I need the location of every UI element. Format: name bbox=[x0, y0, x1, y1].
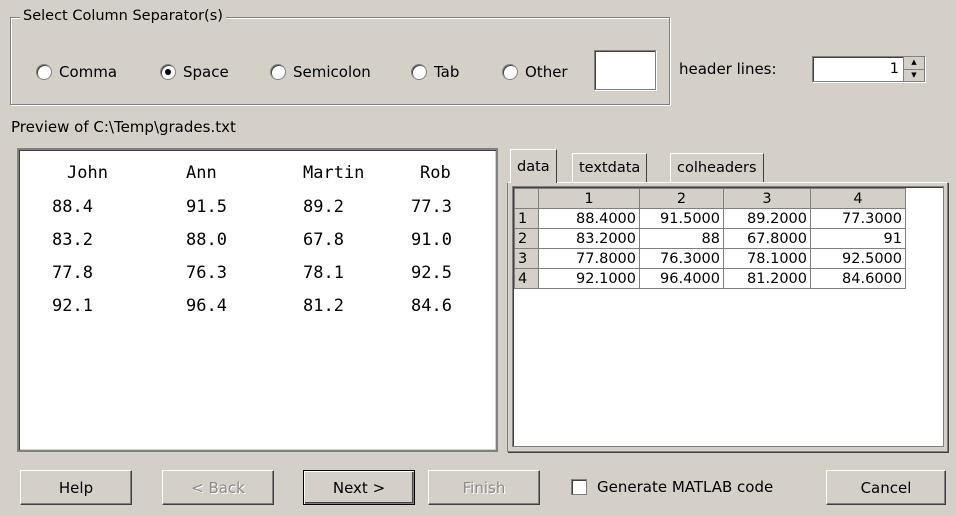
help-button[interactable]: Help bbox=[20, 470, 132, 505]
preview-cell: 91.0 bbox=[411, 230, 452, 250]
cancel-button[interactable]: Cancel bbox=[826, 470, 946, 505]
tab-data[interactable]: data bbox=[510, 149, 557, 183]
preview-cell: 78.1 bbox=[303, 263, 344, 283]
radio-other[interactable]: Other bbox=[502, 61, 568, 83]
back-button[interactable]: < Back bbox=[162, 470, 274, 505]
grid-cell[interactable]: 88 bbox=[639, 228, 724, 249]
radio-semicolon[interactable]: Semicolon bbox=[270, 61, 371, 83]
radio-space-indicator[interactable] bbox=[160, 64, 176, 80]
finish-button[interactable]: Finish bbox=[428, 470, 540, 505]
header-lines-spinner[interactable]: 1 ▲ ▼ bbox=[812, 56, 925, 82]
generate-code-checkbox[interactable] bbox=[571, 479, 587, 495]
radio-other-indicator[interactable] bbox=[502, 64, 518, 80]
grid-cell[interactable]: 78.1000 bbox=[723, 248, 811, 269]
grid-row-header[interactable]: 4 bbox=[514, 268, 539, 289]
grid-row-header[interactable]: 3 bbox=[514, 248, 539, 269]
grid-cell[interactable]: 77.3000 bbox=[810, 208, 906, 229]
grid-corner-cell bbox=[514, 188, 539, 209]
preview-cell: 92.1 bbox=[52, 296, 93, 316]
preview-cell: 89.2 bbox=[303, 197, 344, 217]
grid-cell[interactable]: 76.3000 bbox=[639, 248, 724, 269]
preview-cell: 83.2 bbox=[52, 230, 93, 250]
separator-group-legend: Select Column Separator(s) bbox=[20, 8, 226, 24]
data-grid: 1 2 3 4 1 88.4000 91.5000 89.2000 77.300… bbox=[514, 188, 906, 289]
grid-column-header[interactable]: 4 bbox=[810, 188, 906, 209]
preview-cell: 92.5 bbox=[411, 263, 452, 283]
spin-down-icon[interactable]: ▼ bbox=[904, 69, 924, 81]
grid-cell[interactable]: 83.2000 bbox=[538, 228, 640, 249]
table-row: 4 92.1000 96.4000 81.2000 84.6000 bbox=[514, 268, 906, 289]
preview-label: Preview of C:\Temp\grades.txt bbox=[11, 118, 236, 136]
table-row: 1 88.4000 91.5000 89.2000 77.3000 bbox=[514, 208, 906, 229]
radio-other-label: Other bbox=[525, 63, 568, 81]
header-lines-label: header lines: bbox=[679, 60, 777, 78]
radio-space-label: Space bbox=[183, 63, 229, 81]
radio-space[interactable]: Space bbox=[160, 61, 229, 83]
grid-cell[interactable]: 84.6000 bbox=[810, 268, 906, 289]
radio-comma-label: Comma bbox=[59, 63, 118, 81]
preview-cell: 76.3 bbox=[186, 263, 227, 283]
generate-code-label[interactable]: Generate MATLAB code bbox=[597, 478, 773, 496]
spin-buttons: ▲ ▼ bbox=[903, 57, 924, 81]
preview-cell: Rob bbox=[420, 163, 451, 183]
preview-cell: 77.8 bbox=[52, 263, 93, 283]
grid-row-header[interactable]: 2 bbox=[514, 228, 539, 249]
radio-semicolon-label: Semicolon bbox=[293, 63, 371, 81]
grid-cell[interactable]: 89.2000 bbox=[723, 208, 811, 229]
preview-cell: 96.4 bbox=[186, 296, 227, 316]
grid-cell[interactable]: 91 bbox=[810, 228, 906, 249]
preview-cell: 77.3 bbox=[411, 197, 452, 217]
radio-tab[interactable]: Tab bbox=[411, 61, 459, 83]
preview-cell: 88.0 bbox=[186, 230, 227, 250]
radio-comma-indicator[interactable] bbox=[36, 64, 52, 80]
grid-cell[interactable]: 91.5000 bbox=[639, 208, 724, 229]
grid-cell[interactable]: 88.4000 bbox=[538, 208, 640, 229]
grid-column-header[interactable]: 2 bbox=[639, 188, 724, 209]
radio-tab-indicator[interactable] bbox=[411, 64, 427, 80]
next-button[interactable]: Next > bbox=[303, 470, 415, 505]
grid-row-header[interactable]: 1 bbox=[514, 208, 539, 229]
radio-tab-label: Tab bbox=[434, 63, 460, 81]
preview-cell: 91.5 bbox=[186, 197, 227, 217]
table-row: 3 77.8000 76.3000 78.1000 92.5000 bbox=[514, 248, 906, 269]
other-separator-input[interactable] bbox=[594, 50, 656, 90]
grid-cell[interactable]: 77.8000 bbox=[538, 248, 640, 269]
grid-cell[interactable]: 96.4000 bbox=[639, 268, 724, 289]
tab-textdata[interactable]: textdata bbox=[572, 153, 648, 182]
grid-column-header[interactable]: 3 bbox=[723, 188, 811, 209]
grid-cell[interactable]: 92.5000 bbox=[810, 248, 906, 269]
preview-cell: Martin bbox=[303, 163, 365, 183]
preview-cell: 81.2 bbox=[303, 296, 344, 316]
preview-cell: John bbox=[67, 163, 108, 183]
grid-header-row: 1 2 3 4 bbox=[514, 188, 906, 209]
table-row: 2 83.2000 88 67.8000 91 bbox=[514, 228, 906, 249]
radio-semicolon-indicator[interactable] bbox=[270, 64, 286, 80]
spin-up-icon[interactable]: ▲ bbox=[904, 57, 924, 70]
preview-cell: Ann bbox=[186, 163, 217, 183]
grid-cell[interactable]: 81.2000 bbox=[723, 268, 811, 289]
grid-column-header[interactable]: 1 bbox=[538, 188, 640, 209]
preview-text-area[interactable]: John Ann Martin Rob 88.4 91.5 89.2 77.3 … bbox=[17, 148, 498, 452]
radio-comma[interactable]: Comma bbox=[36, 61, 117, 83]
tab-colheaders[interactable]: colheaders bbox=[670, 153, 764, 182]
preview-cell: 84.6 bbox=[411, 296, 452, 316]
preview-cell: 88.4 bbox=[52, 197, 93, 217]
preview-cell: 67.8 bbox=[303, 230, 344, 250]
grid-cell[interactable]: 92.1000 bbox=[538, 268, 640, 289]
header-lines-value[interactable]: 1 bbox=[813, 57, 903, 81]
grid-cell[interactable]: 67.8000 bbox=[723, 228, 811, 249]
